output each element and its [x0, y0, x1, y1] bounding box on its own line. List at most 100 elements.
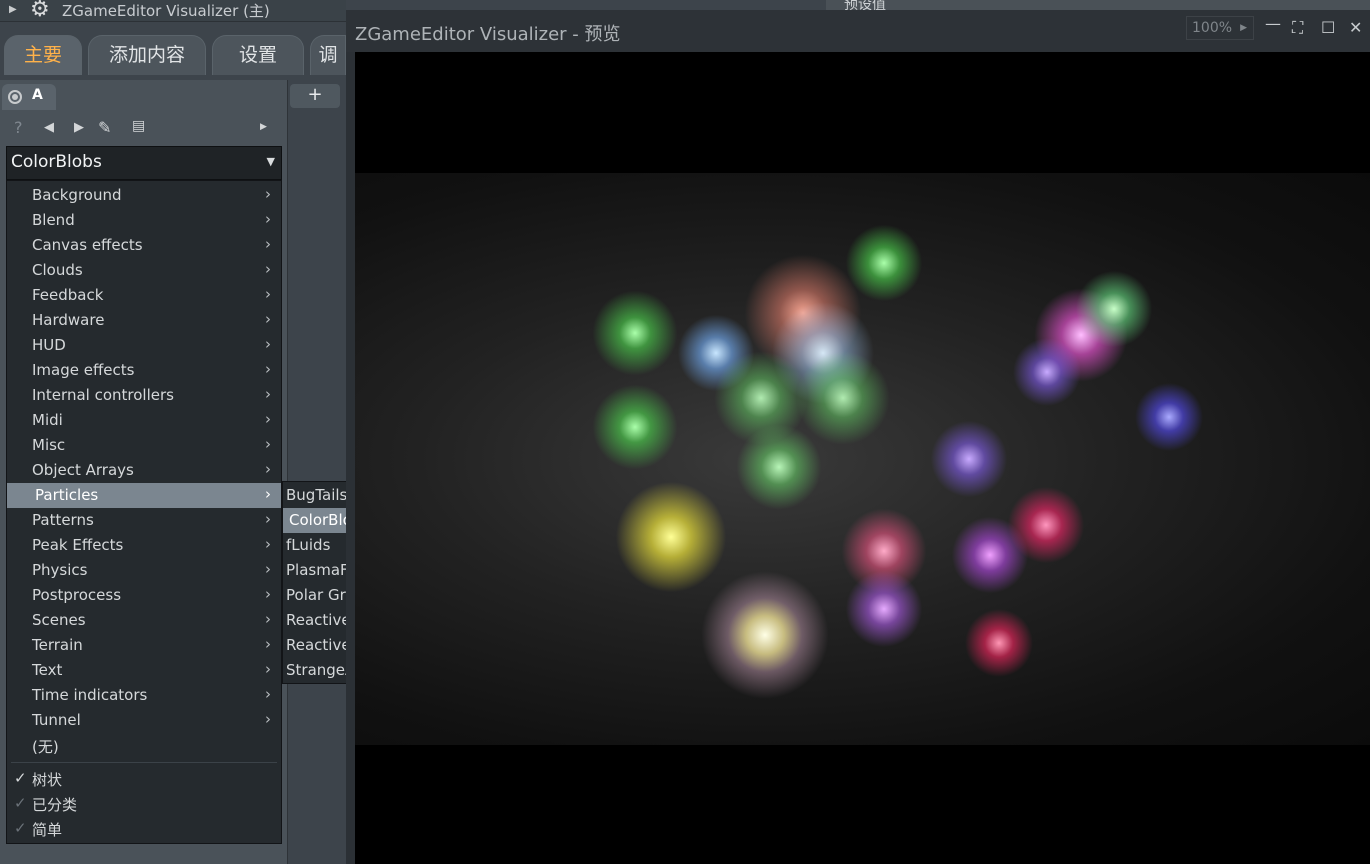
color-blob: [839, 218, 929, 308]
minimize-icon[interactable]: —: [1265, 14, 1281, 33]
menu-item-label: Image effects: [32, 361, 135, 379]
preset-tab-label: A: [32, 87, 43, 103]
close-icon[interactable]: ✕: [1349, 18, 1362, 37]
menu-item-text[interactable]: Text ›: [7, 658, 281, 683]
chevron-right-icon: ›: [265, 610, 271, 628]
menu-item-canvas-effects[interactable]: Canvas effects ›: [7, 233, 281, 258]
main-tabs: 主要 添加内容 设置 调: [0, 30, 346, 80]
menu-item-label: HUD: [32, 336, 66, 354]
menu-item-image-effects[interactable]: Image effects ›: [7, 358, 281, 383]
behind-window-bar: 预设值: [826, 0, 1370, 13]
menu-item-misc[interactable]: Misc ›: [7, 433, 281, 458]
collapse-triangle-icon[interactable]: ▶: [9, 4, 17, 15]
menu-item-label: 树状: [32, 771, 63, 789]
color-blob: [1129, 377, 1209, 457]
menu-item-tunnel[interactable]: Tunnel ›: [7, 708, 281, 733]
preset-tab-a[interactable]: A: [2, 84, 56, 110]
menu-item-internal-controllers[interactable]: Internal controllers ›: [7, 383, 281, 408]
chevron-right-icon: ›: [265, 560, 271, 578]
effect-select[interactable]: ColorBlobs ▼: [6, 146, 282, 180]
tab-settings[interactable]: 设置: [212, 35, 304, 75]
menu-item-postprocess[interactable]: Postprocess ›: [7, 583, 281, 608]
chevron-right-icon: ›: [265, 260, 271, 278]
radio-icon: [8, 90, 22, 104]
menu-item-label: Postprocess: [32, 586, 122, 604]
menu-item-hardware[interactable]: Hardware ›: [7, 308, 281, 333]
menu-item-label: Text: [32, 661, 63, 679]
menu-item-none[interactable]: (无): [7, 733, 281, 758]
menu-item-clouds[interactable]: Clouds ›: [7, 258, 281, 283]
menu-item-label: 简单: [32, 821, 63, 839]
maximize-icon[interactable]: ☐: [1321, 18, 1335, 37]
preview-canvas[interactable]: [355, 52, 1370, 864]
menu-item-label: Scenes: [32, 611, 86, 629]
menu-item-label: Physics: [32, 561, 88, 579]
chevron-right-icon: ›: [265, 310, 271, 328]
zoom-select[interactable]: 100% ▶: [1186, 16, 1254, 40]
view-option-simple[interactable]: ✓ 简单: [7, 816, 281, 841]
help-icon[interactable]: ?: [14, 118, 23, 137]
menu-item-midi[interactable]: Midi ›: [7, 408, 281, 433]
menu-item-feedback[interactable]: Feedback ›: [7, 283, 281, 308]
menu-item-object-arrays[interactable]: Object Arrays ›: [7, 458, 281, 483]
add-layer-button[interactable]: +: [290, 84, 340, 108]
preview-title: ZGameEditor Visualizer - 预览: [355, 24, 621, 45]
menu-item-label: Time indicators: [32, 686, 148, 704]
chevron-right-icon: ›: [265, 710, 271, 728]
menu-arrow-icon[interactable]: ▶: [260, 122, 267, 132]
clipboard-icon[interactable]: ▤: [132, 118, 145, 134]
chevron-right-icon: ›: [265, 635, 271, 653]
menu-item-scenes[interactable]: Scenes ›: [7, 608, 281, 633]
menu-item-blend[interactable]: Blend ›: [7, 208, 281, 233]
menu-item-hud[interactable]: HUD ›: [7, 333, 281, 358]
menu-item-label: Patterns: [32, 511, 94, 529]
menu-item-peak-effects[interactable]: Peak Effects ›: [7, 533, 281, 558]
chevron-right-icon: ›: [265, 485, 271, 503]
menu-item-label: (无): [32, 738, 59, 756]
chevron-right-icon: ›: [265, 185, 271, 203]
chevron-right-icon: ›: [265, 210, 271, 228]
color-blob: [690, 560, 840, 710]
tab-more[interactable]: 调: [310, 35, 346, 75]
menu-item-patterns[interactable]: Patterns ›: [7, 508, 281, 533]
chevron-right-icon: ›: [265, 335, 271, 353]
chevron-right-icon: ›: [265, 360, 271, 378]
previous-icon[interactable]: ◀: [44, 120, 54, 135]
category-menu: Background › Blend › Canvas effects › Cloud…: [6, 180, 282, 844]
plugin-titlebar[interactable]: ▶ ⚙ ZGameEditor Visualizer (主): [0, 0, 346, 22]
chevron-right-icon: ›: [265, 460, 271, 478]
menu-item-label: Peak Effects: [32, 536, 124, 554]
color-blob: [1069, 264, 1159, 354]
gear-icon[interactable]: ⚙: [30, 0, 50, 22]
checkmark-icon: ✓: [14, 769, 27, 787]
chevron-right-icon: ›: [265, 510, 271, 528]
view-option-categorized[interactable]: ✓ 已分类: [7, 791, 281, 816]
randomize-icon[interactable]: ✎: [98, 118, 111, 137]
view-option-tree[interactable]: ✓ 树状: [7, 766, 281, 791]
menu-item-physics[interactable]: Physics ›: [7, 558, 281, 583]
menu-item-time-indicators[interactable]: Time indicators ›: [7, 683, 281, 708]
color-blob: [729, 417, 829, 517]
menu-item-label: Tunnel: [32, 711, 81, 729]
tab-add-content[interactable]: 添加内容: [88, 35, 206, 75]
menu-item-label: Hardware: [32, 311, 105, 329]
menu-item-label: Clouds: [32, 261, 83, 279]
menu-item-label: Misc: [32, 436, 66, 454]
zoom-value: 100%: [1192, 20, 1233, 36]
menu-item-background[interactable]: Background ›: [7, 183, 281, 208]
chevron-right-icon: ›: [265, 535, 271, 553]
next-icon[interactable]: ▶: [74, 120, 84, 135]
menu-separator: [11, 762, 277, 763]
chevron-right-icon: ›: [265, 435, 271, 453]
menu-item-label: Object Arrays: [32, 461, 134, 479]
submenu-item-label: BugTails: [286, 486, 348, 504]
color-blob: [1001, 480, 1091, 570]
panel-toolbar: ? ◀ ▶ ✎ ▤ ▶: [0, 114, 288, 144]
fullscreen-icon[interactable]: ⛶: [1292, 18, 1303, 38]
chevron-right-icon: ›: [265, 685, 271, 703]
tab-main[interactable]: 主要: [4, 35, 82, 75]
color-blob: [924, 414, 1014, 504]
menu-item-terrain[interactable]: Terrain ›: [7, 633, 281, 658]
menu-item-label: 已分类: [32, 796, 78, 814]
menu-item-particles[interactable]: Particles ›: [7, 483, 281, 508]
